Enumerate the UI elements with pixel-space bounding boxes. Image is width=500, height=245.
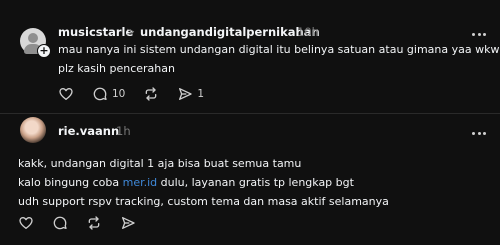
repost-button[interactable] — [143, 86, 159, 102]
share-count: 1 — [197, 88, 205, 100]
timestamp: 10h — [297, 25, 319, 39]
post-body: mau nanya ini sistem undangan digital it… — [58, 40, 500, 78]
comment-icon — [93, 87, 107, 101]
chevron-right-icon: > — [126, 25, 136, 38]
repost-button[interactable] — [86, 215, 102, 231]
avatar-head-shape — [28, 33, 38, 43]
repost-icon — [88, 216, 100, 230]
username[interactable]: musicstarle — [58, 25, 133, 39]
avatar[interactable] — [20, 117, 46, 143]
thread-view: + musicstarle > undangandigitalpernikaha… — [0, 0, 500, 245]
avatar[interactable]: + — [20, 28, 51, 58]
username[interactable]: rie.vaann — [58, 124, 119, 138]
repost-icon — [146, 87, 157, 101]
send-icon — [179, 88, 193, 100]
like-button[interactable] — [58, 86, 74, 102]
more-options-icon[interactable] — [472, 131, 486, 135]
post-line: kalo bingung coba mer.id dulu, layanan g… — [18, 173, 389, 192]
heart-icon — [19, 217, 33, 229]
reply-button[interactable] — [52, 215, 68, 231]
post-text-segment: dulu, layanan gratis tp lengkap bgt — [157, 176, 354, 189]
post-body: kakk, undangan digital 1 aja bisa buat s… — [18, 154, 389, 211]
post-actions: 10 1 — [58, 86, 222, 102]
post-text-segment: kalo bingung coba — [18, 176, 123, 189]
follow-plus-icon[interactable]: + — [37, 44, 51, 58]
more-options-icon[interactable] — [472, 32, 486, 36]
reply-button[interactable]: 10 — [92, 86, 125, 102]
post-line: plz kasih pencerahan — [58, 62, 175, 75]
reply-count: 10 — [112, 88, 126, 100]
link-mer-id[interactable]: mer.id — [123, 176, 158, 189]
share-button[interactable] — [120, 215, 136, 231]
comment-icon — [53, 216, 67, 230]
post-actions — [18, 215, 154, 231]
post-line: udh support rspv tracking, custom tema d… — [18, 195, 389, 208]
post-divider — [0, 113, 500, 114]
share-button[interactable]: 1 — [177, 86, 204, 102]
like-button[interactable] — [18, 215, 34, 231]
community-name[interactable]: undangandigitalpernikahan — [140, 25, 320, 39]
post-line: kakk, undangan digital 1 aja bisa buat s… — [18, 157, 302, 170]
send-icon — [122, 217, 135, 229]
timestamp: 1h — [116, 124, 131, 138]
post-line: mau nanya ini sistem undangan digital it… — [58, 43, 500, 56]
heart-icon — [59, 88, 73, 100]
